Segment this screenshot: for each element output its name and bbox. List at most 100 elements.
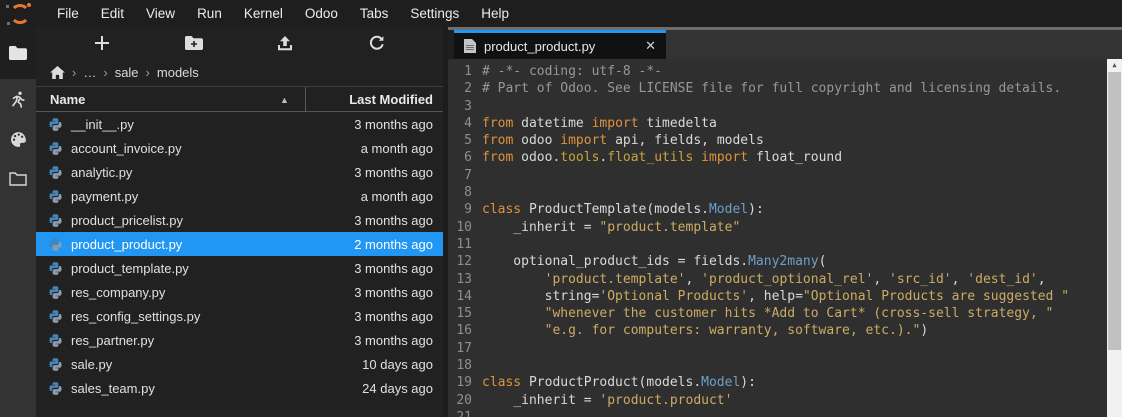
scrollbar-up-arrow-icon[interactable]: ▲ [1107,59,1122,72]
line-number: 6 [448,149,482,166]
menu-file[interactable]: File [46,0,90,27]
breadcrumb-item-sale[interactable]: sale [115,65,139,80]
line-number: 20 [448,392,482,409]
python-icon [48,333,63,348]
line-content: from datetime import timedelta [482,115,717,132]
home-icon[interactable] [50,66,65,79]
line-content: string='Optional Products', help="Option… [482,288,1069,305]
menu-settings[interactable]: Settings [399,0,470,27]
folder-icon [9,46,27,60]
editor-tabbar: product_product.py ✕ [448,30,1122,59]
upload-button[interactable] [272,31,298,55]
code-line-5: 5from odoo import api, fields, models [448,132,1122,149]
file-row-res_config_settings.py[interactable]: res_config_settings.py3 months ago [36,304,443,328]
code-editor[interactable]: ▲ 1# -*- coding: utf-8 -*-2# Part of Odo… [448,59,1122,417]
menu-help[interactable]: Help [470,0,520,27]
menu-tabs[interactable]: Tabs [349,0,400,27]
line-number: 10 [448,219,482,236]
menu-view[interactable]: View [135,0,186,27]
menu-odoo[interactable]: Odoo [294,0,349,27]
line-number: 19 [448,374,482,391]
breadcrumb: ›…›sale›models [36,59,443,86]
file-row-account_invoice.py[interactable]: account_invoice.py a month ago [36,136,443,160]
python-icon [48,357,63,372]
menubar-items: FileEditViewRunKernelOdooTabsSettingsHel… [46,0,520,27]
file-modified: a month ago [361,141,443,156]
file-name: sales_team.py [71,381,155,396]
menu-edit[interactable]: Edit [90,0,135,27]
left-sidebar-strip [0,27,36,417]
code-line-1: 1# -*- coding: utf-8 -*- [448,63,1122,80]
file-row-sale.py[interactable]: sale.py10 days ago [36,352,443,376]
line-content: _inherit = 'product.product' [482,392,732,409]
line-number: 16 [448,322,482,339]
file-text-icon [464,39,476,53]
column-header-name[interactable]: Name [36,87,306,111]
editor-scrollbar[interactable]: ▲ [1107,59,1122,417]
file-name: product_template.py [71,261,189,276]
code-line-16: 16 "e.g. for computers: warranty, softwa… [448,322,1122,339]
new-launcher-button[interactable] [89,31,115,55]
refresh-button[interactable] [364,31,390,55]
line-number: 7 [448,167,482,184]
file-row-product_product.py[interactable]: product_product.py2 months ago [36,232,443,256]
code-line-18: 18 [448,357,1122,374]
file-modified: 3 months ago [354,213,443,228]
file-modified: a month ago [361,189,443,204]
line-number: 15 [448,305,482,322]
runner-icon [10,91,26,108]
file-row-__init__.py[interactable]: __init__.py 3 months ago [36,112,443,136]
python-icon [48,213,63,228]
file-name: account_invoice.py [71,141,182,156]
file-modified: 3 months ago [354,165,443,180]
code-line-20: 20 _inherit = 'product.product' [448,392,1122,409]
code-line-19: 19class ProductProduct(models.Model): [448,374,1122,391]
code-line-9: 9class ProductTemplate(models.Model): [448,201,1122,218]
file-row-product_template.py[interactable]: product_template.py3 months ago [36,256,443,280]
file-modified: 2 months ago [354,237,443,252]
line-number: 18 [448,357,482,374]
column-header-modified[interactable]: Last Modified [306,92,443,107]
python-icon [48,189,63,204]
new-folder-button[interactable] [181,31,207,55]
scrollbar-thumb[interactable] [1108,72,1121,350]
line-number: 21 [448,409,482,417]
menu-kernel[interactable]: Kernel [233,0,294,27]
line-content: 'product.template', 'product_optional_re… [482,271,1046,288]
file-row-res_partner.py[interactable]: res_partner.py3 months ago [36,328,443,352]
file-name: sale.py [71,357,112,372]
sidebar-tab-file-browser[interactable] [0,27,36,79]
file-row-sales_team.py[interactable]: sales_team.py24 days ago [36,376,443,400]
file-browser-toolbar [36,27,443,59]
file-name: __init__.py [71,117,134,132]
sidebar-tab-open-tabs[interactable] [0,159,36,199]
file-name: res_config_settings.py [71,309,200,324]
sidebar-tab-running-sessions[interactable] [0,79,36,119]
upload-icon [277,36,293,51]
file-row-product_pricelist.py[interactable]: product_pricelist.py3 months ago [36,208,443,232]
code-line-11: 11 [448,236,1122,253]
file-modified: 3 months ago [354,117,443,132]
file-list-header: Name ▲ Last Modified [36,86,443,112]
file-row-res_company.py[interactable]: res_company.py3 months ago [36,280,443,304]
editor-tab-product-product[interactable]: product_product.py ✕ [454,30,666,59]
line-content: "e.g. for computers: warranty, software,… [482,322,928,339]
breadcrumb-segments: ›…›sale›models [72,65,199,80]
plus-icon [94,35,110,51]
close-icon[interactable]: ✕ [645,38,656,54]
line-content: _inherit = "product.template" [482,219,740,236]
breadcrumb-separator: › [146,65,150,80]
line-number: 13 [448,271,482,288]
menu-run[interactable]: Run [186,0,233,27]
line-content: # -*- coding: utf-8 -*- [482,63,662,80]
file-row-analytic.py[interactable]: analytic.py3 months ago [36,160,443,184]
breadcrumb-item-models[interactable]: models [157,65,199,80]
python-icon [48,285,63,300]
sidebar-tab-command-palette[interactable] [0,119,36,159]
line-number: 2 [448,80,482,97]
line-content: from odoo.tools.float_utils import float… [482,149,842,166]
file-row-payment.py[interactable]: payment.py a month ago [36,184,443,208]
file-name: payment.py [71,189,138,204]
file-modified: 3 months ago [354,285,443,300]
breadcrumb-item-…[interactable]: … [83,65,96,80]
